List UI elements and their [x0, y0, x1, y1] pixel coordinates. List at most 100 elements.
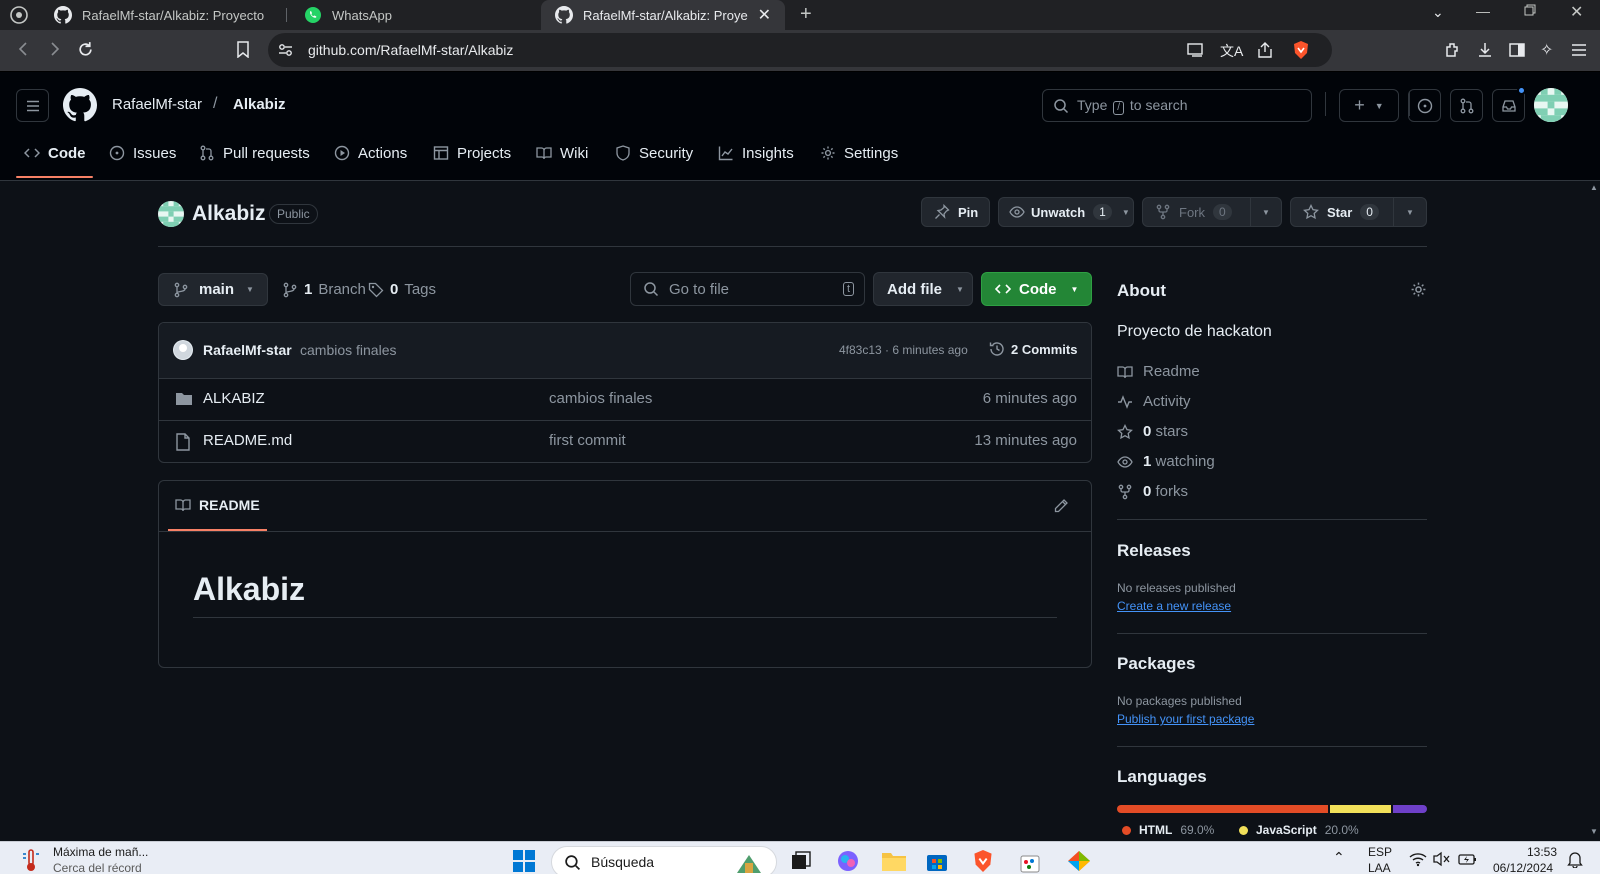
reload-icon[interactable] [77, 41, 94, 58]
sidebar-toggle-icon[interactable] [1508, 41, 1526, 59]
commit-message[interactable]: cambios finales [300, 342, 397, 358]
add-file-button[interactable]: Add file ▼ [873, 272, 973, 306]
unwatch-button[interactable]: Unwatch 1 ▼ [998, 197, 1134, 227]
downloads-icon[interactable] [1476, 41, 1494, 59]
table-row[interactable]: README.md first commit 13 minutes ago [159, 420, 1091, 462]
language-item-html[interactable]: HTML 69.0% [1122, 823, 1214, 837]
bookmark-icon[interactable] [236, 41, 250, 58]
avatar[interactable] [1534, 88, 1568, 122]
commits-link[interactable]: 2 Commits [989, 341, 1077, 357]
publish-package-link[interactable]: Publish your first package [1117, 712, 1254, 726]
releases-title[interactable]: Releases [1117, 541, 1191, 561]
file-commit-message[interactable]: cambios finales [549, 390, 652, 407]
pin-button[interactable]: Pin [921, 197, 990, 227]
tab-pull-requests[interactable]: Pull requests [199, 141, 310, 165]
tab-wiki[interactable]: Wiki [536, 141, 588, 165]
breadcrumb-repo[interactable]: Alkabiz [233, 96, 286, 113]
create-new-button[interactable]: + ▼ [1339, 89, 1399, 122]
about-settings-icon[interactable] [1410, 281, 1427, 298]
tab-issues[interactable]: Issues [109, 141, 176, 165]
create-release-link[interactable]: Create a new release [1117, 599, 1231, 613]
weather-icon[interactable] [22, 848, 40, 872]
scroll-thumb[interactable] [1591, 195, 1597, 765]
copilot-icon[interactable] [836, 849, 860, 873]
forward-icon[interactable] [46, 41, 62, 57]
minimize-icon[interactable]: — [1476, 3, 1490, 19]
store-icon[interactable] [925, 849, 949, 873]
task-view-icon[interactable] [790, 850, 812, 872]
leo-ai-icon[interactable]: ✧ [1540, 40, 1553, 60]
clock-time[interactable]: 13:53 [1527, 845, 1557, 859]
file-name[interactable]: README.md [203, 432, 292, 449]
tab-github-1[interactable]: RafaelMf-star/Alkabiz: Proyecto de h [40, 0, 280, 30]
edit-icon[interactable] [1053, 498, 1069, 514]
close-tab-icon[interactable]: ✕ [758, 5, 771, 25]
tab-projects[interactable]: Projects [433, 141, 511, 165]
scroll-down-arrow[interactable]: ▼ [1590, 827, 1598, 836]
volume-muted-icon[interactable] [1433, 851, 1451, 867]
language-item-javascript[interactable]: JavaScript 20.0% [1239, 823, 1359, 837]
pull-requests-button[interactable] [1450, 89, 1483, 122]
star-button[interactable]: Star 0 [1290, 197, 1394, 227]
commit-author[interactable]: RafaelMf-star [203, 342, 292, 358]
commit-meta[interactable]: 4f83c13 · 6 minutes ago [839, 343, 968, 357]
clock-date[interactable]: 06/12/2024 [1493, 861, 1553, 874]
close-window-icon[interactable]: ✕ [1570, 2, 1583, 22]
bell-icon[interactable] [1567, 851, 1583, 868]
branches-link[interactable]: 1 Branch [282, 281, 366, 298]
brave-shields-icon[interactable] [1292, 40, 1310, 60]
readme-link[interactable]: Readme [1117, 363, 1200, 380]
code-button[interactable]: Code ▼ [981, 272, 1092, 306]
address-bar[interactable]: github.com/RafaelMf-star/Alkabiz 文A [268, 33, 1332, 67]
wifi-icon[interactable] [1409, 851, 1427, 867]
tags-link[interactable]: 0 Tags [368, 281, 436, 298]
file-explorer-icon[interactable] [881, 850, 907, 872]
activity-link[interactable]: Activity [1117, 393, 1191, 410]
go-to-file-input[interactable]: Go to file t [630, 272, 865, 306]
cast-icon[interactable] [1186, 42, 1204, 58]
new-tab-button[interactable]: + [800, 3, 812, 26]
brave-browser-icon[interactable] [972, 848, 994, 874]
back-icon[interactable] [16, 41, 32, 57]
repo-title[interactable]: Alkabiz [192, 202, 266, 226]
search-input[interactable]: Type / to search [1042, 89, 1312, 122]
browser-menu-icon[interactable] [10, 6, 28, 24]
commit-author-avatar[interactable] [173, 340, 193, 360]
page-scrollbar[interactable]: ▲ ▼ [1588, 181, 1600, 841]
watching-link[interactable]: 1 watching [1117, 453, 1215, 470]
restore-icon[interactable] [1524, 4, 1536, 16]
extensions-icon[interactable] [1444, 41, 1462, 59]
branch-selector[interactable]: main ▼ [158, 273, 268, 306]
tab-actions[interactable]: Actions [334, 141, 407, 165]
tab-security[interactable]: Security [615, 141, 693, 165]
language-indicator[interactable]: ESP [1368, 845, 1392, 859]
tab-search-icon[interactable]: ⌄ [1432, 4, 1444, 21]
packages-title[interactable]: Packages [1117, 654, 1195, 674]
star-dropdown-button[interactable]: ▼ [1393, 197, 1427, 227]
file-commit-message[interactable]: first commit [549, 432, 626, 449]
global-menu-button[interactable] [16, 89, 49, 122]
battery-icon[interactable] [1458, 851, 1478, 867]
fork-button[interactable]: Fork 0 [1142, 197, 1251, 227]
github-logo-icon[interactable] [63, 88, 97, 122]
start-icon[interactable] [512, 849, 536, 873]
tab-github-active[interactable]: RafaelMf-star/Alkabiz: Proyecto ✕ [541, 0, 785, 30]
taskbar-search[interactable]: Búsqueda [551, 846, 777, 874]
show-hidden-icons[interactable]: ⌃ [1333, 849, 1345, 866]
tab-settings[interactable]: Settings [820, 141, 898, 165]
stars-link[interactable]: 0 stars [1117, 423, 1188, 440]
breadcrumb-owner[interactable]: RafaelMf-star [112, 96, 202, 113]
app-diamond-icon[interactable] [1066, 849, 1092, 873]
table-row[interactable]: ALKABIZ cambios finales 6 minutes ago [159, 378, 1091, 420]
paint-icon[interactable] [1018, 850, 1042, 874]
file-name[interactable]: ALKABIZ [203, 390, 265, 407]
tab-code[interactable]: Code [24, 141, 86, 165]
issues-button[interactable] [1408, 89, 1441, 122]
fork-dropdown-button[interactable]: ▼ [1250, 197, 1282, 227]
tab-whatsapp[interactable]: WhatsApp [290, 0, 530, 30]
browser-main-menu-icon[interactable] [1570, 41, 1588, 59]
translate-icon[interactable]: 文A [1220, 41, 1243, 61]
site-settings-icon[interactable] [278, 43, 293, 57]
readme-tab[interactable]: README [175, 497, 260, 513]
weather-title[interactable]: Máxima de mañ... [53, 845, 148, 859]
